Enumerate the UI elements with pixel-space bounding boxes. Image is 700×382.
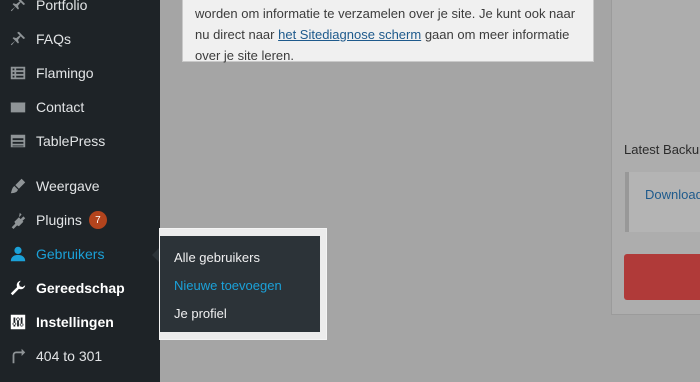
sidebar-item-gereedschap[interactable]: Gereedschap [0, 271, 160, 305]
sidebar-item-label: Contact [36, 99, 85, 115]
sidebar-item-label: FAQs [36, 31, 72, 47]
flyout-item-add-new[interactable]: Nieuwe toevoegen [174, 278, 282, 293]
sidebar-item-label: Portfolio [36, 0, 88, 13]
sidebar-item-weergave[interactable]: Weergave [0, 169, 160, 203]
wrench-icon [0, 279, 36, 297]
sidebar-item-contact[interactable]: Contact [0, 90, 160, 124]
site-health-notice: worden om informatie te verzamelen over … [182, 0, 594, 63]
sidebar-item-label: Flamingo [36, 65, 94, 81]
latest-backup-title: Latest Backup [624, 142, 700, 157]
flyout-item-profile[interactable]: Je profiel [174, 306, 227, 321]
mail-icon [0, 98, 36, 116]
list-icon [0, 64, 36, 82]
notice-line-2: nu direct naar het Sitediagnose scherm g… [195, 24, 581, 45]
sidebar-item-instellingen[interactable]: Instellingen [0, 305, 160, 339]
notice-text-before-link: nu direct naar [195, 27, 279, 42]
table-icon [0, 132, 36, 150]
sidebar-item-gebruikers[interactable]: Gebruikers [0, 237, 160, 271]
redirect-icon [0, 347, 36, 365]
sidebar-item-404-to-301[interactable]: 404 to 301 [0, 339, 160, 373]
admin-sidebar: Portfolio FAQs Flamingo Contact TablePre… [0, 0, 160, 382]
notice-line-1: worden om informatie te verzamelen over … [195, 6, 576, 21]
pin-icon [0, 0, 36, 14]
brush-icon [0, 177, 36, 195]
sidebar-item-tablepress[interactable]: TablePress [0, 124, 160, 158]
sidebar-item-portfolio[interactable]: Portfolio [0, 0, 160, 22]
update-count-badge: 7 [88, 211, 107, 229]
user-icon [0, 245, 36, 263]
flyout-body: Alle gebruikers Nieuwe toevoegen Je prof… [160, 236, 320, 332]
sidebar-item-label: Gereedschap [36, 280, 125, 296]
sidebar-item-label: Instellingen [36, 314, 114, 330]
notice-line-3: over je site leren. [195, 48, 294, 63]
sidebar-item-plugins[interactable]: Plugins 7 [0, 203, 160, 237]
sliders-icon [0, 313, 36, 331]
sidebar-item-flamingo[interactable]: Flamingo [0, 56, 160, 90]
notice-text-after-link: gaan om meer informatie [421, 27, 570, 42]
sidebar-item-label: TablePress [36, 133, 106, 149]
pin-icon [0, 30, 36, 48]
users-flyout-menu: Alle gebruikers Nieuwe toevoegen Je prof… [160, 229, 326, 339]
download-link[interactable]: Download [645, 187, 700, 202]
sidebar-item-label: Gebruikers [36, 246, 105, 262]
sidebar-item-faqs[interactable]: FAQs [0, 22, 160, 56]
site-health-link[interactable]: het Sitediagnose scherm [278, 27, 421, 42]
sidebar-item-label: 404 to 301 [36, 348, 103, 364]
sidebar-item-label: Plugins [36, 212, 82, 228]
sidebar-item-label: Weergave [36, 178, 100, 194]
flyout-caret [152, 247, 160, 263]
download-box [625, 172, 700, 232]
flyout-item-all-users[interactable]: Alle gebruikers [174, 250, 260, 265]
backup-action-button[interactable] [624, 254, 700, 300]
plug-icon [0, 211, 36, 229]
